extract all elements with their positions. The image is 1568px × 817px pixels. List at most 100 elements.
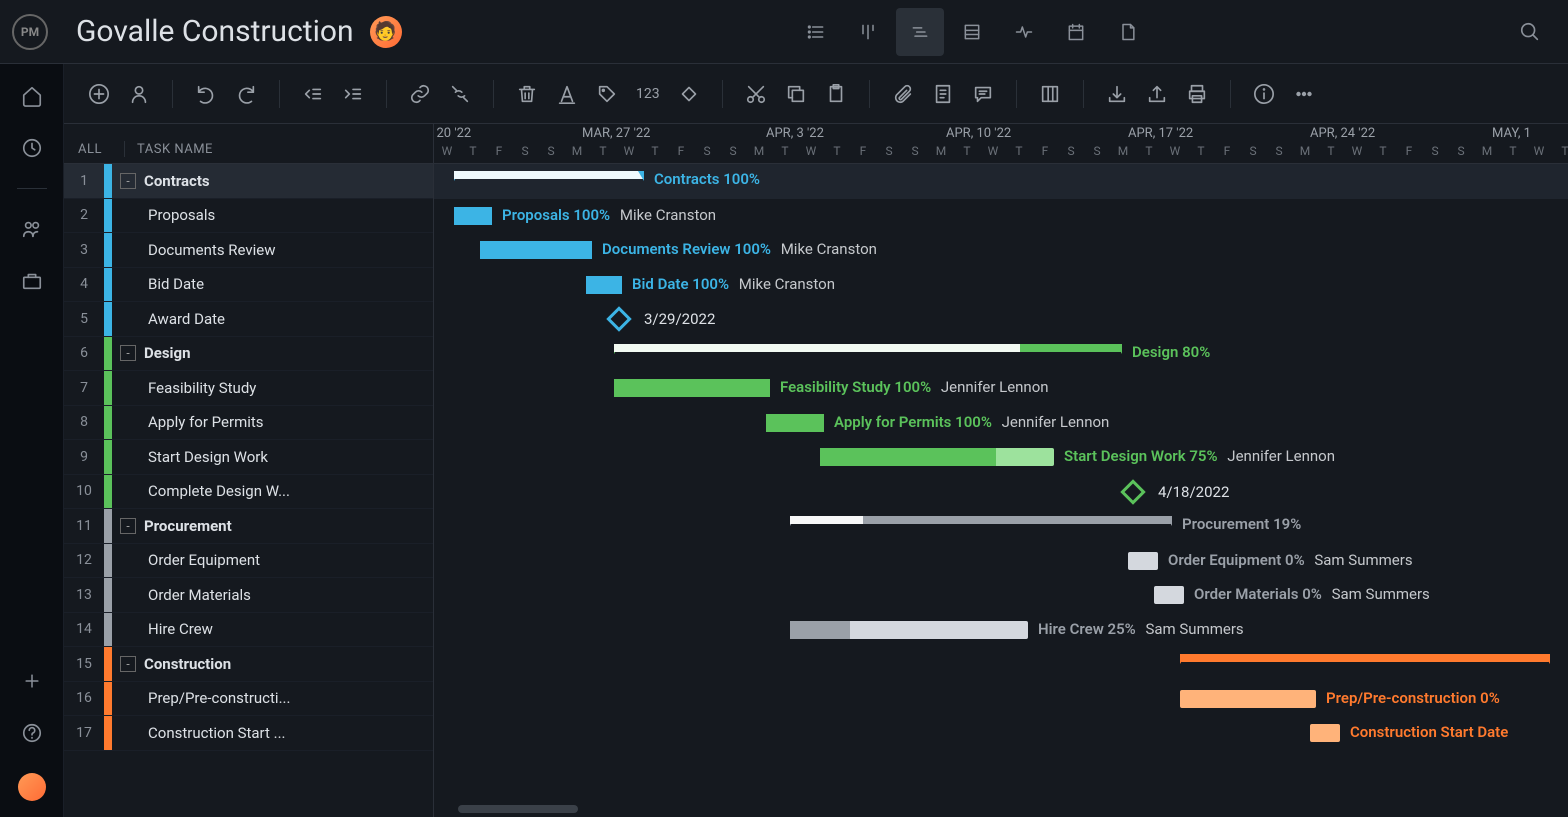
task-bar[interactable]: Feasibility Study 100% Jennifer Lennon bbox=[614, 379, 770, 397]
summary-bar[interactable]: Design 80% bbox=[614, 344, 1122, 352]
task-row[interactable]: 15-Construction bbox=[64, 647, 433, 682]
task-bar[interactable]: Hire Crew 25% Sam Summers bbox=[790, 621, 1028, 639]
milestone-icon[interactable] bbox=[678, 83, 700, 105]
task-bar[interactable]: Start Design Work 75% Jennifer Lennon bbox=[820, 448, 1054, 466]
task-row[interactable]: 16Prep/Pre-constructi... bbox=[64, 682, 433, 717]
attach-icon[interactable] bbox=[892, 83, 914, 105]
day-label: T bbox=[1188, 144, 1214, 158]
toolbar-123[interactable]: 123 bbox=[636, 86, 660, 102]
undo-icon[interactable] bbox=[195, 83, 217, 105]
indent-icon[interactable] bbox=[342, 83, 364, 105]
week-label: ₹, 20 '22 bbox=[434, 126, 471, 141]
day-label: W bbox=[798, 144, 824, 158]
day-label: S bbox=[1084, 144, 1110, 158]
profile-avatar[interactable] bbox=[18, 773, 46, 801]
task-row[interactable]: 7Feasibility Study bbox=[64, 371, 433, 406]
task-bar[interactable]: Proposals 100% Mike Cranston bbox=[454, 207, 492, 225]
view-activity-icon[interactable] bbox=[1000, 8, 1048, 56]
task-row[interactable]: 9Start Design Work bbox=[64, 440, 433, 475]
task-row[interactable]: 4Bid Date bbox=[64, 268, 433, 303]
user-avatar[interactable]: 🧑 bbox=[370, 16, 402, 48]
print-icon[interactable] bbox=[1186, 83, 1208, 105]
app-logo[interactable]: PM bbox=[12, 14, 48, 50]
milestone-icon[interactable] bbox=[606, 306, 631, 331]
redo-icon[interactable] bbox=[235, 83, 257, 105]
columns-icon[interactable] bbox=[1039, 83, 1061, 105]
task-row[interactable]: 10Complete Design W... bbox=[64, 475, 433, 510]
task-bar[interactable]: Apply for Permits 100% Jennifer Lennon bbox=[766, 414, 824, 432]
row-number: 13 bbox=[64, 587, 104, 603]
side-nav bbox=[0, 64, 64, 817]
export-icon[interactable] bbox=[1146, 83, 1168, 105]
task-bar[interactable]: Construction Start Date bbox=[1310, 724, 1340, 742]
assign-icon[interactable] bbox=[128, 83, 150, 105]
notes-icon[interactable] bbox=[932, 83, 954, 105]
task-name: Procurement bbox=[144, 517, 433, 535]
link-icon[interactable] bbox=[409, 83, 431, 105]
more-icon[interactable] bbox=[1293, 83, 1315, 105]
paste-icon[interactable] bbox=[825, 83, 847, 105]
task-row[interactable]: 13Order Materials bbox=[64, 578, 433, 613]
view-calendar-icon[interactable] bbox=[1052, 8, 1100, 56]
bar-label: Construction Start Date bbox=[1350, 723, 1508, 741]
view-board-icon[interactable] bbox=[844, 8, 892, 56]
view-list-icon[interactable] bbox=[792, 8, 840, 56]
expand-toggle[interactable]: - bbox=[120, 345, 136, 361]
font-icon[interactable] bbox=[556, 83, 578, 105]
task-row[interactable]: 8Apply for Permits bbox=[64, 406, 433, 441]
team-icon[interactable] bbox=[20, 217, 44, 241]
task-row[interactable]: 12Order Equipment bbox=[64, 544, 433, 579]
unlink-icon[interactable] bbox=[449, 83, 471, 105]
outdent-icon[interactable] bbox=[302, 83, 324, 105]
task-row[interactable]: 17Construction Start ... bbox=[64, 716, 433, 751]
col-task-name[interactable]: TASK NAME bbox=[133, 142, 433, 157]
summary-bar[interactable]: Contracts 100% bbox=[454, 171, 644, 179]
summary-bar[interactable]: Procurement 19% bbox=[790, 516, 1172, 524]
tag-icon[interactable] bbox=[596, 83, 618, 105]
task-row[interactable]: 6-Design bbox=[64, 337, 433, 372]
comment-icon[interactable] bbox=[972, 83, 994, 105]
day-label: S bbox=[538, 144, 564, 158]
cut-icon[interactable] bbox=[745, 83, 767, 105]
task-name: Apply for Permits bbox=[120, 413, 433, 431]
task-row[interactable]: 11-Procurement bbox=[64, 509, 433, 544]
import-icon[interactable] bbox=[1106, 83, 1128, 105]
home-icon[interactable] bbox=[20, 84, 44, 108]
info-icon[interactable] bbox=[1253, 83, 1275, 105]
task-bar[interactable]: Order Materials 0% Sam Summers bbox=[1154, 586, 1184, 604]
expand-toggle[interactable]: - bbox=[120, 173, 136, 189]
day-label: S bbox=[1448, 144, 1474, 158]
expand-toggle[interactable]: - bbox=[120, 656, 136, 672]
task-row[interactable]: 3Documents Review bbox=[64, 233, 433, 268]
row-number: 12 bbox=[64, 552, 104, 568]
horizontal-scrollbar[interactable] bbox=[458, 805, 578, 813]
color-bar bbox=[104, 371, 112, 405]
task-bar[interactable]: Documents Review 100% Mike Cranston bbox=[480, 241, 592, 259]
task-bar[interactable]: Order Equipment 0% Sam Summers bbox=[1128, 552, 1158, 570]
task-row[interactable]: 1-Contracts bbox=[64, 164, 433, 199]
summary-bar[interactable] bbox=[1180, 654, 1550, 662]
add-task-icon[interactable] bbox=[88, 83, 110, 105]
briefcase-icon[interactable] bbox=[20, 269, 44, 293]
day-label: M bbox=[564, 144, 590, 158]
task-row[interactable]: 2Proposals bbox=[64, 199, 433, 234]
view-sheet-icon[interactable] bbox=[948, 8, 996, 56]
help-icon[interactable] bbox=[20, 721, 44, 745]
task-bar[interactable]: Prep/Pre-construction 0% bbox=[1180, 690, 1316, 708]
search-icon[interactable] bbox=[1512, 14, 1548, 50]
task-panel: ALL TASK NAME 1-Contracts2Proposals3Docu… bbox=[64, 124, 434, 817]
task-bar[interactable]: Bid Date 100% Mike Cranston bbox=[586, 276, 622, 294]
task-row[interactable]: 5Award Date bbox=[64, 302, 433, 337]
milestone-icon[interactable] bbox=[1120, 479, 1145, 504]
view-file-icon[interactable] bbox=[1104, 8, 1152, 56]
task-row[interactable]: 14Hire Crew bbox=[64, 613, 433, 648]
clock-icon[interactable] bbox=[20, 136, 44, 160]
timeline[interactable]: ₹, 20 '22MAR, 27 '22APR, 3 '22APR, 10 '2… bbox=[434, 124, 1568, 817]
delete-icon[interactable] bbox=[516, 83, 538, 105]
copy-icon[interactable] bbox=[785, 83, 807, 105]
add-icon[interactable] bbox=[20, 669, 44, 693]
expand-toggle[interactable]: - bbox=[120, 518, 136, 534]
day-label: T bbox=[1370, 144, 1396, 158]
col-all[interactable]: ALL bbox=[64, 142, 116, 157]
view-gantt-icon[interactable] bbox=[896, 8, 944, 56]
